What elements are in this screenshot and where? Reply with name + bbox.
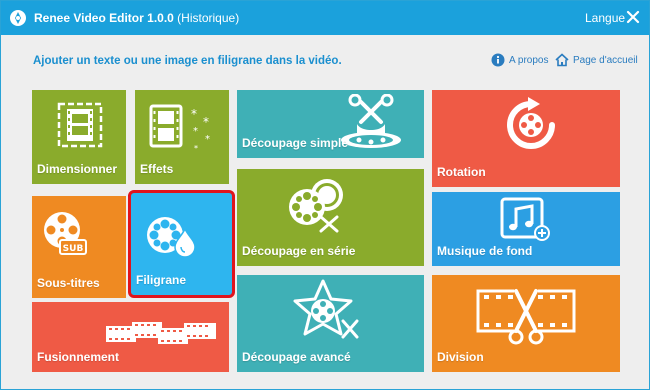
film-reel-drop-icon bbox=[147, 217, 196, 258]
tile-resize-label: Dimensionner bbox=[37, 162, 118, 176]
tile-merge-label: Fusionnement bbox=[37, 350, 120, 364]
film-strip-chain-icon bbox=[106, 322, 216, 344]
svg-text:*: * bbox=[194, 144, 198, 153]
svg-text:*: * bbox=[193, 126, 198, 137]
app-window: Renee Video Editor 1.0.0 (Historique) La… bbox=[0, 0, 650, 390]
star-reel-scissors-icon bbox=[293, 279, 359, 339]
tile-cut-advanced-label: Découpage avancé bbox=[242, 350, 351, 364]
film-reel-sub-icon: SUB bbox=[44, 212, 87, 255]
page-subtitle: Ajouter un texte ou une image en filigra… bbox=[33, 55, 342, 67]
tile-resize[interactable]: Dimensionner bbox=[32, 90, 126, 184]
info-icon bbox=[491, 53, 505, 67]
history-label: (Historique) bbox=[177, 11, 240, 25]
tile-watermark-label: Filigrane bbox=[136, 273, 187, 287]
film-frame-icon bbox=[57, 102, 103, 148]
svg-text:*: * bbox=[205, 134, 210, 145]
language-menu[interactable]: Langue bbox=[585, 11, 625, 25]
window-title: Renee Video Editor 1.0.0 (Historique) bbox=[34, 11, 239, 25]
film-sparkle-icon: * * * * * bbox=[149, 104, 210, 153]
tile-effects[interactable]: * * * * * Effets bbox=[135, 90, 229, 184]
tile-split-label: Division bbox=[437, 350, 484, 364]
tile-watermark[interactable]: Filigrane bbox=[131, 193, 232, 295]
tile-cut-simple-label: Découpage simple bbox=[242, 136, 349, 150]
film-scissors-icon bbox=[476, 287, 576, 349]
svg-text:SUB: SUB bbox=[63, 244, 84, 254]
title-bar[interactable]: Renee Video Editor 1.0.0 (Historique) La… bbox=[1, 1, 649, 35]
tile-cut-advanced[interactable]: Découpage avancé bbox=[237, 275, 424, 372]
tile-music[interactable]: Musique de fond bbox=[432, 192, 620, 266]
tile-music-label: Musique de fond bbox=[437, 244, 533, 258]
tile-subtitles-label: Sous-titres bbox=[37, 276, 100, 290]
about-link[interactable]: A propos bbox=[491, 53, 548, 67]
app-logo-icon bbox=[10, 10, 26, 26]
music-note-icon bbox=[500, 197, 550, 241]
svg-text:*: * bbox=[203, 115, 209, 129]
tile-subtitles[interactable]: SUB Sous-titres bbox=[32, 196, 126, 298]
tile-effects-label: Effets bbox=[140, 162, 174, 176]
scissors-reel-icon bbox=[341, 94, 401, 148]
about-label: A propos bbox=[509, 54, 549, 66]
tile-cut-series[interactable]: Découpage en série bbox=[237, 169, 424, 266]
close-icon[interactable] bbox=[623, 7, 643, 27]
tile-rotation-label: Rotation bbox=[437, 165, 486, 179]
svg-text:*: * bbox=[191, 107, 197, 121]
tile-split[interactable]: Division bbox=[432, 275, 620, 372]
rotate-reel-icon bbox=[507, 97, 555, 149]
home-icon bbox=[555, 53, 569, 67]
app-name: Renee Video Editor 1.0.0 bbox=[34, 11, 174, 25]
home-link[interactable]: Page d'accueil bbox=[555, 53, 638, 67]
tile-rotation[interactable]: Rotation bbox=[432, 90, 620, 187]
tile-cut-series-label: Découpage en série bbox=[242, 244, 356, 258]
tile-merge[interactable]: Fusionnement bbox=[32, 302, 229, 372]
scissors-reels-icon bbox=[289, 179, 343, 233]
tile-cut-simple[interactable]: Découpage simple bbox=[237, 90, 424, 158]
home-label: Page d'accueil bbox=[573, 54, 638, 66]
